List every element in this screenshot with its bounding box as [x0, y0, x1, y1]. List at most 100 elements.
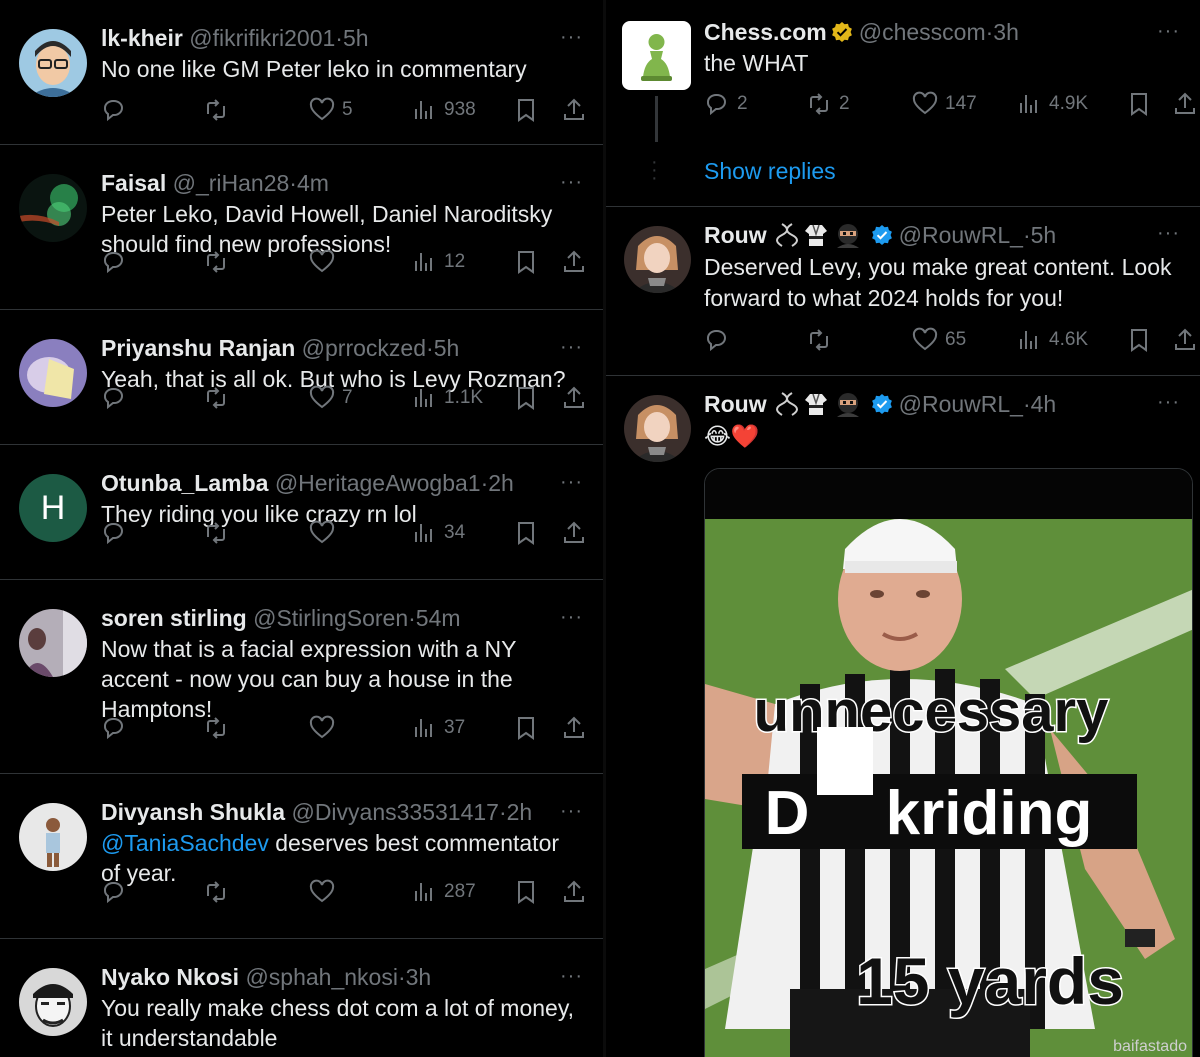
author-name[interactable]: Chess.com	[704, 17, 827, 47]
share-button[interactable]	[1172, 325, 1198, 355]
bookmark-button[interactable]	[513, 383, 539, 413]
views-button[interactable]: 938	[411, 95, 476, 125]
tweet-time[interactable]: 54m	[416, 605, 461, 631]
views-button[interactable]: 4.9K	[1016, 89, 1088, 119]
retweet-button[interactable]	[203, 713, 229, 743]
views-button[interactable]: 1.1K	[411, 383, 483, 413]
tweet-time[interactable]: 2h	[488, 470, 514, 496]
avatar[interactable]	[19, 803, 87, 871]
more-options-icon[interactable]: ···	[560, 336, 583, 359]
reply-tweet[interactable]: Faisal @_riHan28·4m ··· Peter Leko, David …	[0, 145, 603, 310]
more-options-icon[interactable]: ···	[1157, 391, 1180, 414]
meme-image[interactable]: unnecessary D kriding 15 yards baifastad…	[704, 468, 1193, 1057]
views-button[interactable]: 12	[411, 247, 465, 277]
tweet-time[interactable]: 5h	[434, 335, 460, 361]
author-name[interactable]: Otunba_Lamba	[101, 470, 268, 496]
author-handle[interactable]: @RouwRL_	[899, 389, 1023, 419]
views-button[interactable]: 4.6K	[1016, 325, 1088, 355]
more-options-icon[interactable]: ···	[560, 965, 583, 988]
bookmark-button[interactable]	[513, 95, 539, 125]
reply-button[interactable]	[101, 518, 127, 548]
author-handle[interactable]: @Divyans33531417	[291, 799, 498, 825]
avatar[interactable]: H	[19, 474, 87, 542]
reply-button[interactable]: 2	[704, 89, 748, 119]
chesscom-avatar[interactable]	[622, 21, 691, 90]
tweet-time[interactable]: 4h	[1031, 389, 1057, 419]
tweet-time[interactable]: 3h	[993, 17, 1019, 47]
bookmark-button[interactable]	[513, 518, 539, 548]
retweet-button[interactable]	[806, 325, 832, 355]
like-button[interactable]: 7	[309, 383, 353, 413]
like-button[interactable]: 65	[912, 325, 966, 355]
more-options-icon[interactable]: ···	[560, 471, 583, 494]
like-button[interactable]	[309, 518, 335, 548]
mention-link[interactable]: @TaniaSachdev	[101, 830, 269, 856]
reply-tweet[interactable]: Priyanshu Ranjan @prrockzed·5h ··· Yeah, t…	[0, 310, 603, 445]
tweet-time[interactable]: 2h	[507, 799, 533, 825]
share-button[interactable]	[561, 383, 587, 413]
retweet-button[interactable]	[203, 95, 229, 125]
author-handle[interactable]: @StirlingSoren	[253, 605, 408, 631]
share-button[interactable]	[561, 518, 587, 548]
reply-tweet[interactable]: Nyako Nkosi @sphah_nkosi·3h ··· You really…	[0, 939, 603, 1057]
tweet-time[interactable]: 3h	[406, 964, 432, 990]
share-button[interactable]	[561, 247, 587, 277]
reply-tweet[interactable]: Divyansh Shukla @Divyans33531417·2h ··· @T…	[0, 774, 603, 939]
share-button[interactable]	[561, 877, 587, 907]
author-name[interactable]: Rouw	[704, 389, 767, 419]
like-button[interactable]: 147	[912, 89, 977, 119]
share-button[interactable]	[1172, 89, 1198, 119]
author-name[interactable]: Rouw	[704, 220, 767, 250]
bookmark-button[interactable]	[513, 247, 539, 277]
reply-button[interactable]	[101, 383, 127, 413]
more-options-icon[interactable]: ···	[1157, 222, 1180, 245]
more-options-icon[interactable]: ···	[1157, 20, 1180, 43]
bookmark-button[interactable]	[513, 877, 539, 907]
author-handle[interactable]: @prrockzed	[302, 335, 426, 361]
views-button[interactable]: 34	[411, 518, 465, 548]
avatar[interactable]	[624, 226, 691, 293]
author-name[interactable]: Nyako Nkosi	[101, 964, 239, 990]
more-options-icon[interactable]: ···	[560, 800, 583, 823]
author-name[interactable]: soren stirling	[101, 605, 247, 631]
bookmark-button[interactable]	[1126, 89, 1152, 119]
more-options-icon[interactable]: ···	[560, 606, 583, 629]
more-options-icon[interactable]: ···	[560, 26, 583, 49]
reply-button[interactable]	[704, 325, 730, 355]
reply-tweet[interactable]: soren stirling @StirlingSoren·54m ··· Now …	[0, 580, 603, 774]
reply-button[interactable]	[101, 877, 127, 907]
share-button[interactable]	[561, 95, 587, 125]
tweet-time[interactable]: 4m	[297, 170, 329, 196]
like-button[interactable]	[309, 877, 335, 907]
reply-tweet[interactable]: lk-kheir @fikrifikri2001·5h ··· No one lik…	[0, 0, 603, 145]
author-handle[interactable]: @HeritageAwogba1	[275, 470, 481, 496]
like-button[interactable]: 5	[309, 95, 353, 125]
avatar[interactable]	[19, 968, 87, 1036]
share-button[interactable]	[561, 713, 587, 743]
avatar[interactable]	[19, 339, 87, 407]
avatar[interactable]	[624, 395, 691, 462]
tweet-time[interactable]: 5h	[343, 25, 369, 51]
reply-button[interactable]	[101, 713, 127, 743]
author-handle[interactable]: @_riHan28	[173, 170, 290, 196]
author-handle[interactable]: @RouwRL_	[899, 220, 1023, 250]
tweet-time[interactable]: 5h	[1031, 220, 1057, 250]
retweet-button[interactable]	[203, 247, 229, 277]
author-handle[interactable]: @sphah_nkosi	[245, 964, 398, 990]
more-options-icon[interactable]: ···	[560, 171, 583, 194]
author-name[interactable]: Faisal	[101, 170, 166, 196]
retweet-button[interactable]	[203, 877, 229, 907]
reply-button[interactable]	[101, 247, 127, 277]
show-replies-link[interactable]: Show replies	[704, 158, 836, 185]
retweet-button[interactable]	[203, 518, 229, 548]
reply-tweet[interactable]: H Otunba_Lamba @HeritageAwogba1·2h ··· They…	[0, 445, 603, 580]
author-name[interactable]: lk-kheir	[101, 25, 183, 51]
author-name[interactable]: Priyanshu Ranjan	[101, 335, 295, 361]
avatar[interactable]	[19, 29, 87, 97]
author-handle[interactable]: @fikrifikri2001	[189, 25, 335, 51]
retweet-button[interactable]: 2	[806, 89, 850, 119]
bookmark-button[interactable]	[1126, 325, 1152, 355]
avatar[interactable]	[19, 174, 87, 242]
views-button[interactable]: 287	[411, 877, 476, 907]
bookmark-button[interactable]	[513, 713, 539, 743]
